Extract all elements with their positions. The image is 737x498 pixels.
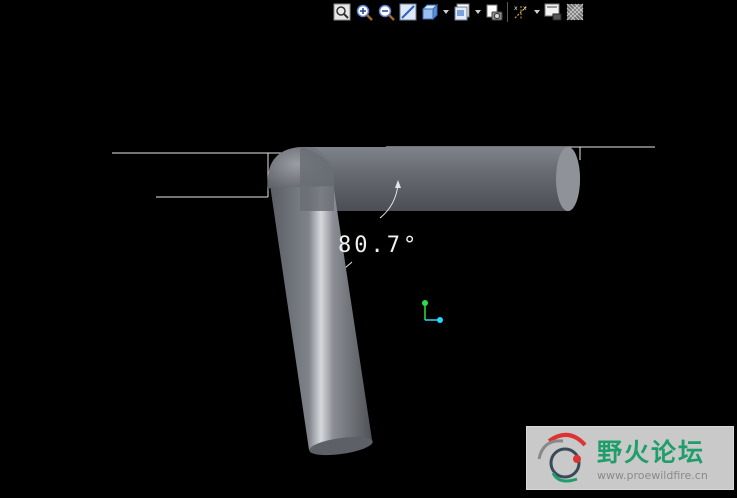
display-style-button[interactable] bbox=[420, 2, 440, 22]
zoom-out-button[interactable] bbox=[376, 2, 396, 22]
watermark-title: 野火论坛 bbox=[597, 438, 706, 467]
repaint-icon bbox=[399, 3, 417, 21]
zoom-refit-icon bbox=[333, 3, 351, 21]
zoom-refit-button[interactable] bbox=[332, 2, 352, 22]
model-canvas[interactable]: 80.7° bbox=[0, 0, 737, 494]
forum-watermark: 野火论坛 www.proewildfire.cn bbox=[526, 426, 734, 490]
zoom-in-icon bbox=[356, 4, 373, 21]
repaint-button[interactable] bbox=[398, 2, 418, 22]
coordinate-triad bbox=[422, 300, 443, 323]
annotation-display-icon bbox=[544, 3, 562, 21]
toolbar-separator bbox=[507, 2, 508, 22]
spin-center-button[interactable] bbox=[565, 2, 585, 22]
pipe-angled-leg[interactable] bbox=[270, 183, 374, 458]
saved-views-dropdown[interactable] bbox=[474, 2, 482, 22]
datum-display-icon: x x bbox=[514, 5, 528, 19]
datum-display-dropdown[interactable] bbox=[533, 2, 541, 22]
watermark-url: www.proewildfire.cn bbox=[597, 469, 708, 482]
angle-dimension-label: 80.7° bbox=[338, 233, 419, 258]
annotation-display-button[interactable] bbox=[543, 2, 563, 22]
chevron-down-icon bbox=[443, 10, 449, 14]
view-manager-icon bbox=[486, 4, 503, 21]
svg-text:x: x bbox=[514, 5, 518, 12]
view-toolbar: x x bbox=[332, 0, 585, 24]
datum-display-button[interactable]: x x bbox=[511, 2, 531, 22]
graphics-window[interactable]: 80.7° bbox=[0, 0, 737, 494]
chevron-down-icon bbox=[534, 10, 540, 14]
spin-center-icon bbox=[566, 3, 584, 21]
forum-logo bbox=[537, 433, 587, 483]
chevron-down-icon bbox=[475, 10, 481, 14]
display-style-dropdown[interactable] bbox=[442, 2, 450, 22]
pipe-horizontal-leg[interactable] bbox=[300, 147, 580, 211]
display-style-icon bbox=[421, 3, 439, 21]
svg-text:x: x bbox=[523, 5, 527, 12]
zoom-out-icon bbox=[378, 4, 395, 21]
saved-views-button[interactable] bbox=[452, 2, 472, 22]
saved-views-icon bbox=[454, 3, 470, 21]
view-manager-button[interactable] bbox=[484, 2, 504, 22]
zoom-in-button[interactable] bbox=[354, 2, 374, 22]
